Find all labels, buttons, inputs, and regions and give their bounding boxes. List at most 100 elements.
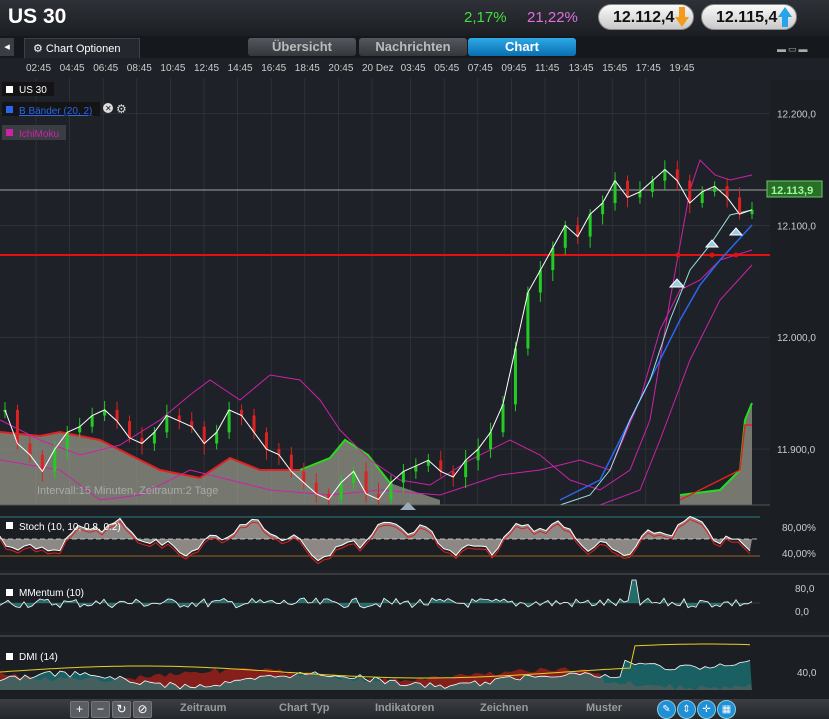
candle-body: [588, 214, 592, 237]
window-controls-icon[interactable]: ▬▭▬: [777, 44, 810, 55]
gear-icon: ⚙: [33, 43, 46, 55]
time-tick-label: 03:45: [401, 63, 426, 74]
candle-body: [115, 409, 119, 422]
candle-body: [526, 292, 530, 349]
pencil-icon[interactable]: ✎: [657, 700, 676, 719]
candle-body: [364, 471, 368, 494]
candle-body: [563, 225, 567, 248]
candle-body: [613, 180, 617, 204]
refresh-icon[interactable]: ↻: [112, 701, 131, 718]
back-arrow-icon[interactable]: ◂: [0, 38, 14, 56]
candle-body: [601, 203, 605, 215]
bottom-toolbar: + − ↻ ⊘ Zeitraum Chart Typ Indikatoren Z…: [0, 699, 829, 719]
interval-info: Intervall:15 Minuten, Zeitraum:2 Tage: [37, 485, 218, 497]
candle-body: [700, 191, 704, 204]
zoom-in-button[interactable]: +: [70, 701, 89, 718]
menu-indikatoren[interactable]: Indikatoren: [375, 702, 434, 714]
candle-body: [339, 482, 343, 500]
menu-zeichnen[interactable]: Zeichnen: [480, 702, 528, 714]
candle-body: [252, 415, 256, 433]
time-tick-label: 07:45: [468, 63, 493, 74]
chart-options-tab[interactable]: ⚙ Chart Optionen: [24, 38, 140, 58]
candle-body: [289, 454, 293, 472]
candle-body: [464, 460, 468, 478]
buy-price: 12.115,4: [716, 9, 778, 26]
time-tick-label: 18:45: [295, 63, 320, 74]
candle-body: [401, 471, 405, 483]
tab-chart[interactable]: Chart: [468, 38, 576, 56]
settings-gear-icon[interactable]: ⚙: [116, 102, 127, 116]
candle-body: [165, 415, 169, 433]
momentum-level-80: 80,0: [795, 584, 815, 595]
legend-instrument: US 30: [19, 85, 47, 96]
time-tick-label: 16:45: [261, 63, 286, 74]
time-tick-label: 12:45: [194, 63, 219, 74]
zoom-out-button[interactable]: −: [91, 701, 110, 718]
chart-area[interactable]: 02:45 04:45 06:45 08:45 10:45 12:45 14:45 16:45…: [0, 58, 829, 707]
menu-muster[interactable]: Muster: [586, 702, 622, 714]
stoch-level-80: 80,00%: [782, 523, 816, 534]
updown-arrows-icon[interactable]: ⇕: [677, 700, 696, 719]
time-tick-label: 13:45: [569, 63, 594, 74]
chart-options-label: Chart Optionen: [45, 43, 121, 55]
candle-body: [302, 471, 306, 483]
time-tick-label: 14:45: [228, 63, 253, 74]
price-tick-label: 11.900,0: [777, 445, 816, 456]
candle-body: [501, 404, 505, 433]
sell-price-button[interactable]: 12.112,4: [598, 4, 694, 30]
candle-body: [513, 348, 517, 405]
candle-body: [128, 421, 131, 438]
crosshair-icon[interactable]: ✛: [697, 700, 716, 719]
candle-body: [215, 432, 219, 444]
candle-body: [650, 180, 654, 192]
candle-body: [90, 415, 94, 427]
time-tick-label: 06:45: [93, 63, 118, 74]
sell-price: 12.112,4: [613, 9, 675, 26]
menu-zeitraum[interactable]: Zeitraum: [180, 702, 226, 714]
candle-body: [314, 482, 318, 494]
time-tick-label: 09:45: [501, 63, 526, 74]
time-tick-label: 10:45: [160, 63, 185, 74]
dmi-label: DMI (14): [19, 652, 58, 663]
arrow-down-icon: [675, 7, 689, 27]
candle-body: [476, 449, 480, 461]
menu-chart-typ[interactable]: Chart Typ: [279, 702, 330, 714]
time-tick-label: 08:45: [127, 63, 152, 74]
svg-text:✕: ✕: [105, 104, 112, 113]
buy-price-button[interactable]: 12.115,4: [701, 4, 797, 30]
tab-overview[interactable]: Übersicht: [248, 38, 356, 56]
candle-body: [675, 169, 679, 181]
price-tick-label: 12.200,0: [777, 110, 816, 121]
calculator-icon[interactable]: ▦: [717, 700, 736, 719]
time-tick-label: 02:45: [26, 63, 51, 74]
candle-body: [538, 270, 542, 293]
price-tick-label: 12.100,0: [777, 221, 816, 232]
momentum-level-0: 0,0: [795, 607, 809, 618]
time-tick-label: 19:45: [669, 63, 694, 74]
time-tick-label: 15:45: [602, 63, 627, 74]
time-tick-label: 20:45: [328, 63, 353, 74]
price-tick-label: 12.000,0: [777, 333, 816, 344]
candle-body: [725, 186, 729, 198]
candle-body: [202, 426, 206, 444]
candle-body: [489, 432, 493, 450]
candle-body: [738, 197, 742, 215]
legend-ichimoku: IchiMoku: [19, 129, 59, 140]
volatility-percent: 21,22%: [527, 9, 578, 26]
no-entry-icon[interactable]: ⊘: [133, 701, 152, 718]
candle-body: [28, 443, 32, 455]
stoch-label: Stoch (10, 10, 0.8, 0.2): [19, 522, 121, 533]
dmi-level-40: 40,0: [797, 668, 817, 679]
time-axis: 02:45 04:45 06:45 08:45 10:45 12:45 14:45 16:45…: [0, 58, 770, 78]
arrow-up-icon: [778, 7, 792, 27]
candle-body: [688, 180, 692, 204]
legend-bbands: B Bänder (20, 2): [19, 106, 92, 117]
instrument-title: US 30: [8, 5, 67, 28]
candle-body: [15, 409, 19, 444]
header-bar: US 30 2,17% 21,22% 12.112,4 12.115,4: [0, 0, 829, 36]
momentum-label: MMentum (10): [19, 588, 84, 599]
candle-body: [65, 432, 69, 450]
time-tick-label: 17:45: [636, 63, 661, 74]
tab-news[interactable]: Nachrichten: [359, 38, 467, 56]
stoch-level-40: 40,00%: [782, 549, 816, 560]
